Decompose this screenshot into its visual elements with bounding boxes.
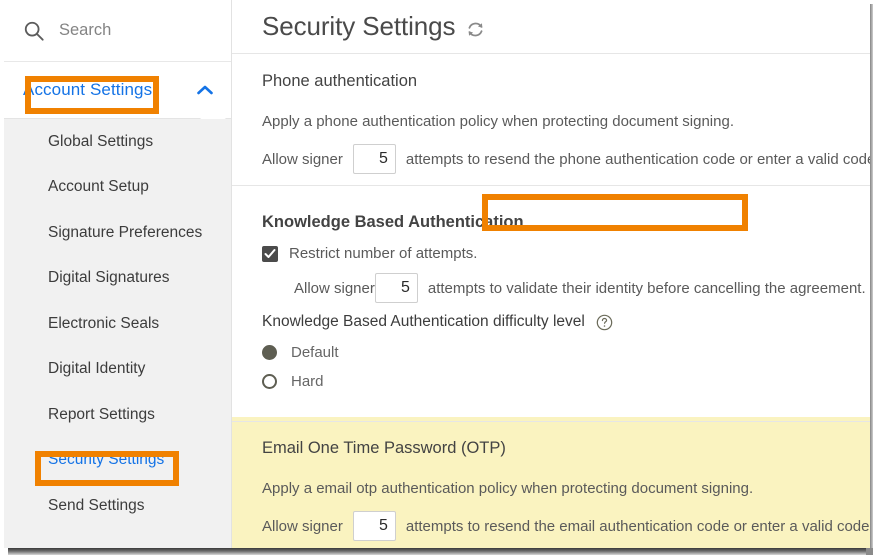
sidebar-item-label: Electronic Seals [48, 314, 160, 332]
kba-attempts-row: Allow signer attempts to validate their … [294, 273, 866, 303]
section-title-kba: Knowledge Based Authentication [262, 210, 526, 234]
section-phone-authentication: Phone authentication Apply a phone authe… [232, 54, 870, 194]
app-window: Account Settings Global Settings Account… [4, 0, 870, 548]
sidebar-item-report-settings[interactable]: Report Settings [4, 392, 231, 438]
kba-difficulty-label: Knowledge Based Authentication difficult… [262, 313, 585, 330]
page-title: Security Settings [262, 11, 456, 41]
kba-option-hard[interactable]: Hard [262, 373, 324, 390]
search-input[interactable] [59, 21, 209, 40]
page-header: Security Settings [232, 0, 870, 54]
section-divider [232, 185, 870, 186]
sidebar-item-digital-identity[interactable]: Digital Identity [4, 347, 231, 393]
section-description-otp: Apply a email otp authentication policy … [262, 480, 754, 497]
search-icon [24, 21, 44, 41]
window-shadow-bottom [8, 548, 870, 555]
kba-difficulty-label-row: Knowledge Based Authentication difficult… [262, 313, 613, 331]
otp-allow-tail: attempts to resend the email authenticat… [405, 517, 870, 535]
section-description-phone: Apply a phone authentication policy when… [262, 113, 734, 130]
section-email-otp: Email One Time Password (OTP) Apply a em… [232, 421, 870, 548]
kba-attempts-input[interactable] [374, 273, 418, 303]
phone-attempts-input[interactable] [352, 144, 396, 174]
phone-allow-tail: attempts to resend the phone authenticat… [405, 150, 870, 168]
sidebar-item-label: Global Settings [48, 132, 154, 150]
kba-allow-lead: Allow signer [294, 279, 375, 297]
refresh-icon[interactable] [466, 20, 485, 39]
kba-option-label: Default [291, 344, 339, 361]
check-icon [264, 248, 276, 258]
screenshot-root: Account Settings Global Settings Account… [0, 0, 878, 557]
section-title-phone: Phone authentication [262, 72, 418, 90]
sidebar-item-electronic-seals[interactable]: Electronic Seals [4, 301, 231, 347]
radio-unselected-icon[interactable] [262, 374, 277, 389]
section-email-otp-body: Email One Time Password (OTP) Apply a em… [232, 421, 870, 548]
nav-pointer-notch [200, 108, 226, 119]
otp-attempts-input[interactable] [352, 511, 396, 541]
section-title-otp: Email One Time Password (OTP) [262, 439, 506, 457]
main-content: Security Settings Phone authentication A… [232, 0, 870, 548]
sidebar-item-digital-signatures[interactable]: Digital Signatures [4, 256, 231, 302]
window-shadow-corner [866, 548, 873, 555]
sidebar-item-label: Digital Identity [48, 360, 146, 378]
sidebar-item-label: Digital Signatures [48, 269, 170, 287]
section-knowledge-based-authentication: Knowledge Based Authentication Restrict … [232, 185, 870, 548]
sidebar-item-send-settings[interactable]: Send Settings [4, 483, 231, 529]
sidebar-item-security-settings[interactable]: Security Settings [4, 438, 231, 484]
chevron-up-icon[interactable] [196, 84, 214, 96]
otp-attempts-row: Allow signer attempts to resend the emai… [262, 497, 870, 548]
sidebar-item-global-settings[interactable]: Global Settings [4, 119, 231, 165]
sidebar-nav-list: Global Settings Account Setup Signature … [4, 108, 231, 548]
sidebar-accordion-label: Account Settings [23, 80, 153, 99]
otp-allow-lead: Allow signer [262, 517, 343, 535]
kba-option-label: Hard [291, 373, 324, 390]
radio-selected-icon[interactable] [262, 345, 277, 360]
sidebar-item-account-setup[interactable]: Account Setup [4, 165, 231, 211]
sidebar-item-label: Report Settings [48, 405, 155, 423]
sidebar-accordion-account-settings[interactable]: Account Settings [4, 62, 231, 118]
sidebar-item-label: Account Setup [48, 178, 149, 196]
kba-allow-tail: attempts to validate their identity befo… [427, 279, 866, 297]
search-bar[interactable] [4, 0, 231, 62]
sidebar-item-label: Send Settings [48, 496, 145, 514]
restrict-attempts-label: Restrict number of attempts. [289, 245, 478, 262]
sidebar-item-label: Security Settings [48, 451, 165, 469]
sidebar-item-signature-preferences[interactable]: Signature Preferences [4, 210, 231, 256]
phone-allow-lead: Allow signer [262, 150, 343, 168]
restrict-attempts-checkbox[interactable] [262, 245, 278, 262]
help-icon[interactable] [596, 314, 613, 331]
sidebar-item-label: Signature Preferences [48, 223, 203, 241]
sidebar: Account Settings Global Settings Account… [4, 0, 232, 548]
kba-option-default[interactable]: Default [262, 344, 339, 361]
restrict-attempts-row[interactable]: Restrict number of attempts. [262, 245, 477, 262]
